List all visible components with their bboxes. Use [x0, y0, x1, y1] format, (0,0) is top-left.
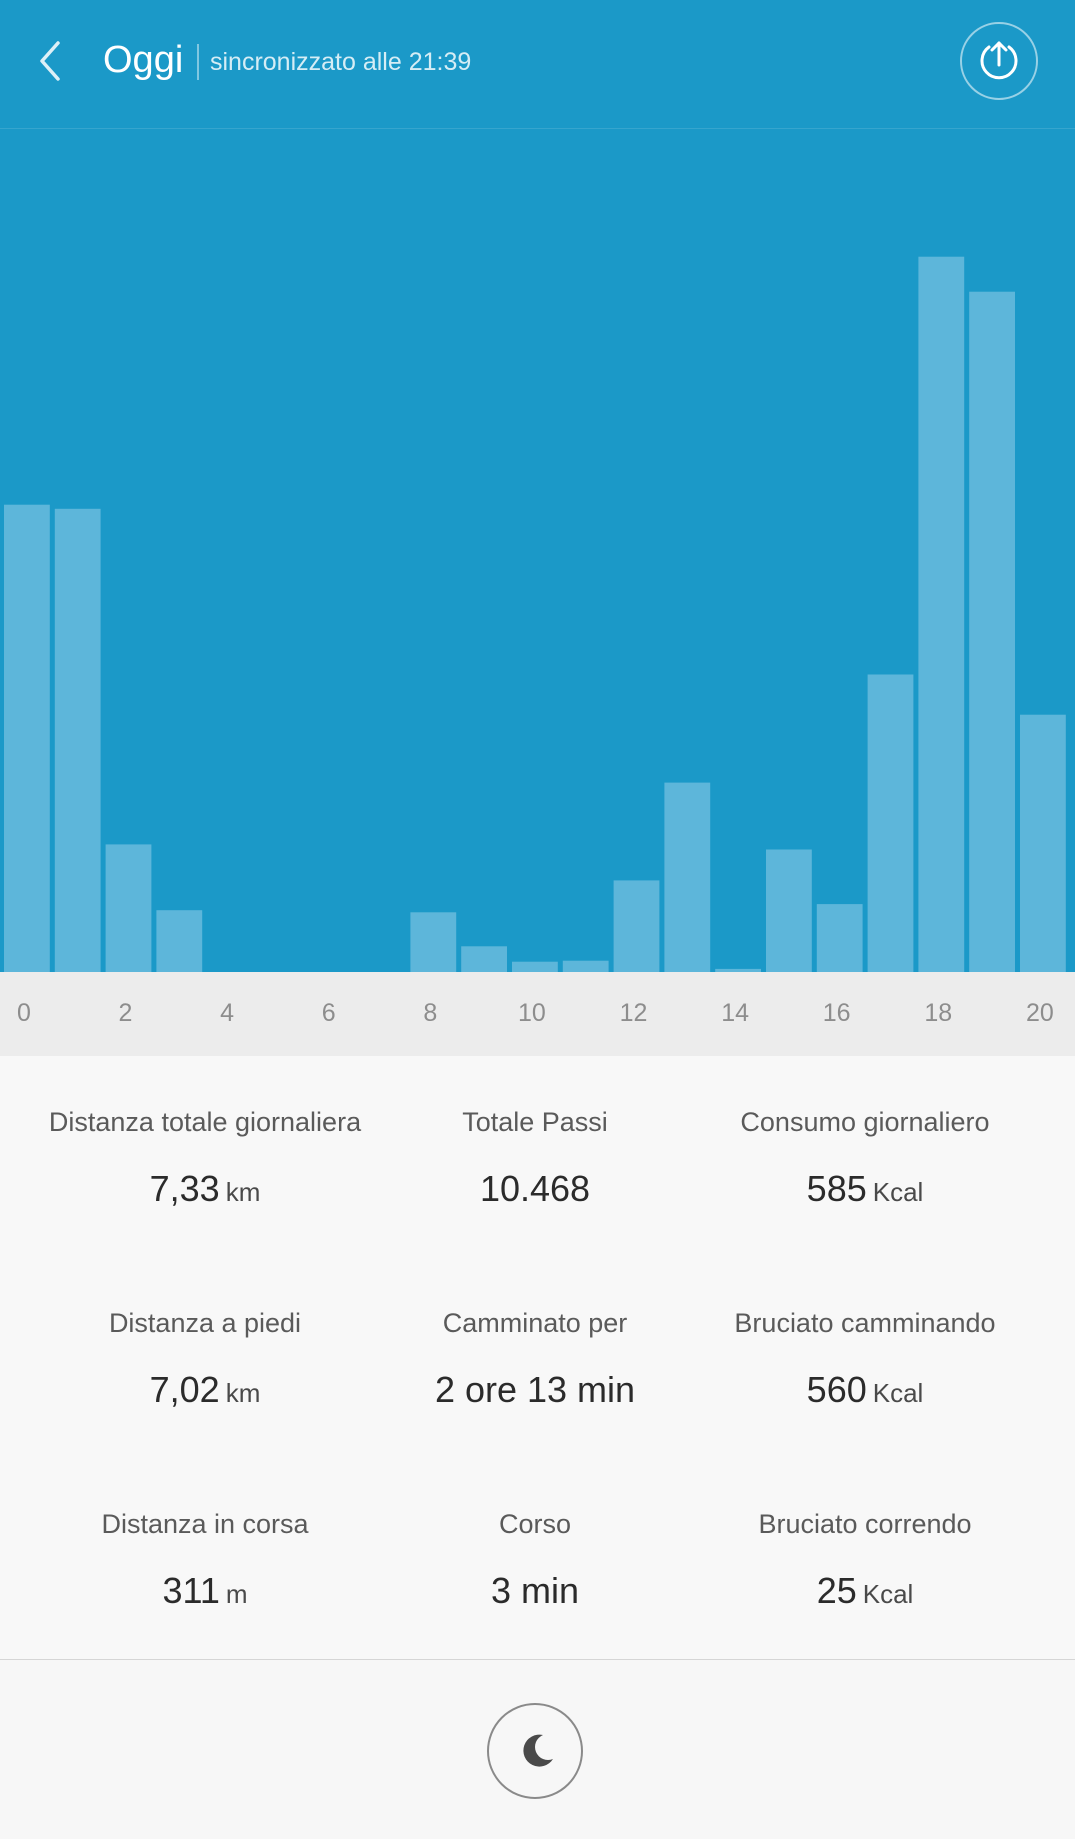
- sync-status: sincronizzato alle 21:39: [210, 48, 472, 76]
- stat-cell: Distanza in corsa 311 m: [26, 1507, 384, 1616]
- x-axis: 0 2 4 6 8 10 12 14 16 18 20: [0, 972, 1075, 1056]
- title-divider: [197, 44, 199, 80]
- stat-unit: m: [225, 1579, 248, 1609]
- moon-icon: [523, 1734, 553, 1767]
- stat-label: Distanza in corsa: [101, 1509, 309, 1539]
- stat-value-row: 2 ore 13 min: [356, 1368, 714, 1412]
- x-tick-label: 4: [220, 999, 235, 1027]
- stat-value-row: 10.468: [356, 1167, 714, 1211]
- x-tick-label: 14: [721, 999, 749, 1027]
- stat-value: 2 ore 13 min: [434, 1369, 636, 1410]
- hourly-steps-chart: [4, 256, 1066, 972]
- stat-value: 7,33: [149, 1168, 220, 1209]
- bar-hour-13: [664, 782, 711, 972]
- x-tick-label: 10: [517, 999, 546, 1027]
- bar-hour-2: [105, 844, 152, 972]
- stat-label: Bruciato correndo: [758, 1509, 972, 1539]
- back-button[interactable]: [24, 26, 80, 96]
- stat-label: Corso: [498, 1509, 572, 1539]
- bar-hour-8: [410, 912, 457, 972]
- stat-cell: Totale Passi 10.468: [356, 1105, 714, 1211]
- stat-unit: km: [225, 1177, 261, 1207]
- stat-value: 585: [806, 1168, 867, 1209]
- stat-label: Bruciato camminando: [734, 1308, 996, 1338]
- bar-hour-0: [4, 504, 50, 972]
- chevron-left-icon: [40, 41, 60, 81]
- bar-hour-17: [867, 674, 914, 972]
- header-bar: Oggi sincronizzato alle 21:39: [0, 0, 1075, 129]
- stat-label: Totale Passi: [462, 1107, 608, 1137]
- bar-hour-9: [461, 946, 507, 972]
- stat-value: 560: [806, 1369, 867, 1410]
- bar-hour-12: [613, 880, 660, 972]
- page-title: Oggi: [103, 39, 184, 81]
- stat-value: 10.468: [479, 1168, 591, 1209]
- stat-cell: Corso 3 min: [356, 1507, 714, 1613]
- x-tick-label: 6: [321, 999, 336, 1027]
- stat-value-row: 3 min: [356, 1569, 714, 1613]
- sleep-button[interactable]: [487, 1703, 583, 1799]
- stat-unit: Kcal: [872, 1177, 924, 1207]
- stat-label: Distanza totale giornaliera: [48, 1107, 362, 1137]
- x-tick-label: 0: [16, 999, 31, 1027]
- bar-hour-1: [54, 508, 101, 972]
- stat-cell: Distanza a piedi 7,02 km: [26, 1306, 384, 1415]
- bar-hour-19: [969, 291, 1015, 972]
- x-tick-label: 12: [619, 999, 648, 1027]
- stat-cell: Distanza totale giornaliera 7,33 km: [26, 1105, 384, 1214]
- stat-unit: Kcal: [872, 1378, 924, 1408]
- x-tick-label: 2: [118, 999, 133, 1027]
- bar-hour-20: [1020, 714, 1066, 972]
- stats-grid: Distanza totale giornaliera 7,33 km Totale …: [0, 1056, 1075, 1659]
- stat-cell: Bruciato camminando 560 Kcal: [686, 1306, 1044, 1415]
- stat-cell: Consumo giornaliero 585 Kcal: [686, 1105, 1044, 1214]
- stat-value: 25: [816, 1570, 857, 1611]
- upload-button[interactable]: [960, 22, 1038, 100]
- stat-value: 3 min: [490, 1570, 580, 1611]
- bar-hour-3: [156, 910, 203, 972]
- bar-hour-11: [562, 960, 609, 972]
- bottom-bar: [0, 1660, 1075, 1839]
- x-tick-label: 8: [423, 999, 438, 1027]
- x-tick-label: 16: [822, 999, 851, 1027]
- stat-unit: Kcal: [862, 1579, 914, 1609]
- stat-cell: Bruciato correndo 25 Kcal: [686, 1507, 1044, 1616]
- stat-value-row: 7,33 km: [26, 1167, 384, 1214]
- stat-label: Distanza a piedi: [108, 1308, 302, 1338]
- stat-unit: km: [225, 1378, 261, 1408]
- bar-hour-15: [766, 849, 812, 972]
- activity-panel: Oggi sincronizzato alle 21:39: [0, 0, 1075, 972]
- stat-value-row: 585 Kcal: [686, 1167, 1044, 1214]
- stat-cell: Camminato per 2 ore 13 min: [356, 1306, 714, 1412]
- stat-value: 311: [162, 1570, 220, 1611]
- stat-value-row: 311 m: [26, 1569, 384, 1616]
- stat-label: Camminato per: [442, 1308, 628, 1338]
- stat-label: Consumo giornaliero: [740, 1107, 990, 1137]
- stat-value-row: 7,02 km: [26, 1368, 384, 1415]
- upload-icon: [980, 41, 1018, 80]
- stat-value-row: 25 Kcal: [686, 1569, 1044, 1616]
- bar-hour-10: [512, 961, 558, 972]
- bar-hour-16: [816, 904, 863, 972]
- x-tick-label: 18: [924, 999, 953, 1027]
- stat-value-row: 560 Kcal: [686, 1368, 1044, 1415]
- x-tick-label: 20: [1025, 999, 1054, 1027]
- stat-value: 7,02: [149, 1369, 220, 1410]
- bar-hour-18: [918, 256, 965, 972]
